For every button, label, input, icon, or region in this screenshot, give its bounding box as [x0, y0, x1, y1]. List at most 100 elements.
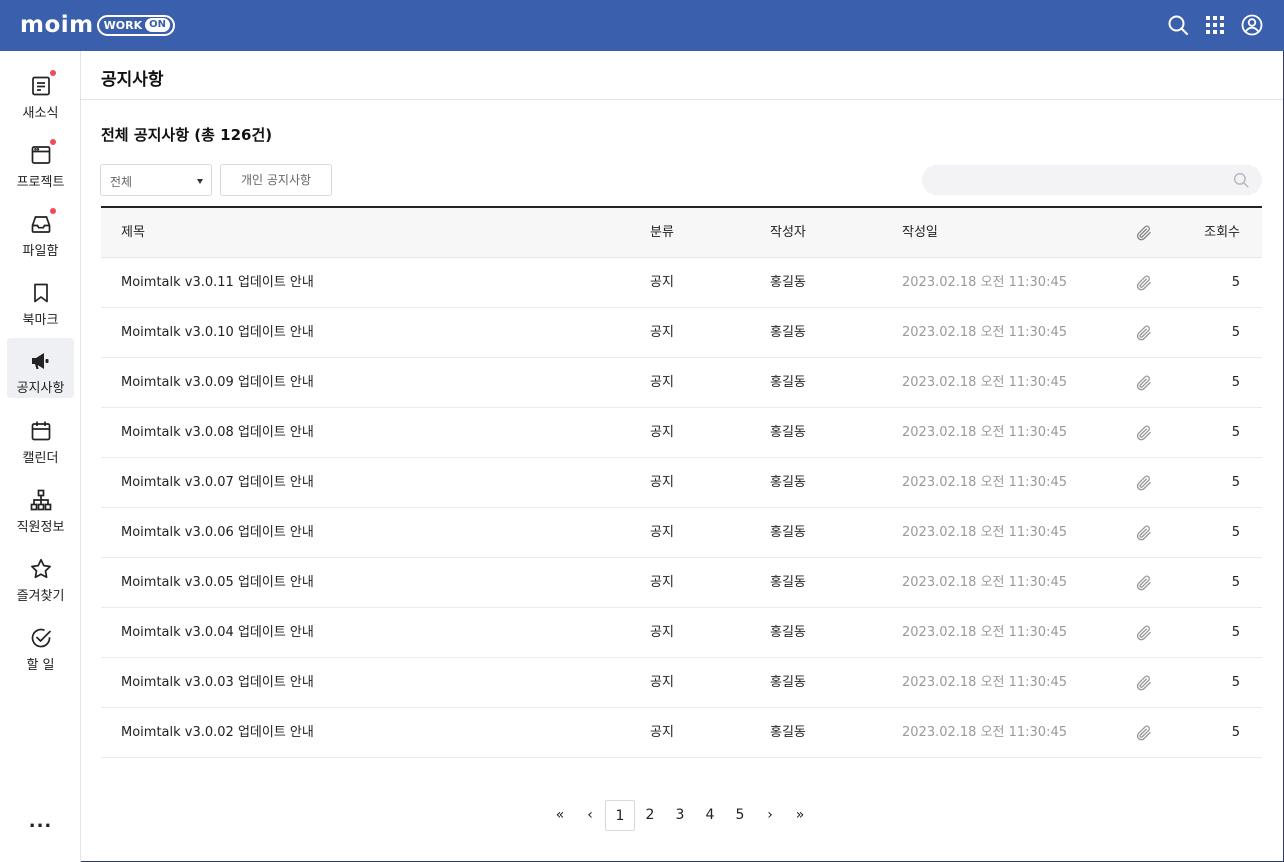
notice-author: 홍길동	[770, 725, 806, 740]
header-category[interactable]: 분류	[650, 208, 674, 258]
page-button[interactable]: 5	[725, 800, 755, 831]
table-row[interactable]: Moimtalk v3.0.04 업데이트 안내 공지 홍길동 2023.02.18 …	[101, 608, 1262, 658]
notice-views: 5	[1231, 325, 1240, 340]
news-icon	[31, 76, 50, 96]
sidebar-item-calendar[interactable]: 캘린더	[7, 412, 74, 472]
search-icon[interactable]	[1232, 171, 1250, 189]
notice-category: 공지	[650, 375, 674, 390]
star-icon	[30, 558, 51, 579]
notice-views: 5	[1231, 575, 1240, 590]
attachment-icon[interactable]	[1135, 274, 1153, 292]
notice-category: 공지	[650, 625, 674, 640]
category-select-value: 전체	[110, 175, 133, 189]
attachment-icon[interactable]	[1135, 574, 1153, 592]
logo[interactable]: moim WORK ON	[20, 11, 175, 39]
notice-views: 5	[1231, 675, 1240, 690]
sidebar-item-label: 새소식	[22, 106, 59, 121]
last-page-button[interactable]: »	[785, 800, 815, 831]
sidebar-item-project[interactable]: 프로젝트	[7, 136, 74, 196]
prev-page-button[interactable]: ‹	[575, 800, 605, 831]
notification-dot	[49, 208, 56, 214]
project-icon	[31, 146, 50, 164]
org-chart-icon	[30, 489, 51, 511]
notice-title[interactable]: Moimtalk v3.0.10 업데이트 안내	[121, 308, 314, 358]
sidebar-item-favorites[interactable]: 즐겨찾기	[7, 550, 74, 610]
notice-title[interactable]: Moimtalk v3.0.04 업데이트 안내	[121, 608, 314, 658]
section-title-text: 전체 공지사항 (총	[101, 126, 215, 144]
attachment-icon[interactable]	[1135, 324, 1153, 342]
sidebar-item-label: 직원정보	[16, 520, 65, 535]
check-circle-icon	[31, 628, 51, 648]
table-row[interactable]: Moimtalk v3.0.08 업데이트 안내 공지 홍길동 2023.02.18 …	[101, 408, 1262, 458]
notice-date: 2023.02.18 오전 11:30:45	[902, 625, 1068, 640]
logo-text: moim	[20, 12, 94, 38]
notice-views: 5	[1231, 425, 1240, 440]
notice-views: 5	[1231, 375, 1240, 390]
pagination: « ‹ 1 2 3 4 5 › »	[545, 800, 815, 831]
attachment-icon[interactable]	[1135, 674, 1153, 692]
notice-count: 126건)	[220, 126, 273, 144]
apps-grid-icon[interactable]	[1203, 13, 1227, 37]
notification-dot	[49, 70, 56, 76]
sidebar-item-notice[interactable]: 공지사항	[7, 338, 74, 398]
header-author[interactable]: 작성자	[770, 208, 806, 258]
sidebar-item-label: 캘린더	[22, 451, 59, 466]
notice-date: 2023.02.18 오전 11:30:45	[902, 525, 1068, 540]
search-icon[interactable]	[1166, 13, 1190, 37]
table-row[interactable]: Moimtalk v3.0.06 업데이트 안내 공지 홍길동 2023.02.18 …	[101, 508, 1262, 558]
notice-date: 2023.02.18 오전 11:30:45	[902, 275, 1068, 290]
notice-title[interactable]: Moimtalk v3.0.06 업데이트 안내	[121, 508, 314, 558]
sidebar-item-files[interactable]: 파일함	[7, 205, 74, 265]
notice-views: 5	[1231, 725, 1240, 740]
notice-author: 홍길동	[770, 525, 806, 540]
table-row[interactable]: Moimtalk v3.0.09 업데이트 안내 공지 홍길동 2023.02.18 …	[101, 358, 1262, 408]
notice-views: 5	[1231, 525, 1240, 540]
page-button-current[interactable]: 1	[605, 800, 635, 831]
header-views[interactable]: 조회수	[1204, 208, 1240, 258]
table-row[interactable]: Moimtalk v3.0.10 업데이트 안내 공지 홍길동 2023.02.18 …	[101, 308, 1262, 358]
notice-title[interactable]: Moimtalk v3.0.03 업데이트 안내	[121, 658, 314, 708]
notice-category: 공지	[650, 425, 674, 440]
page-header: 공지사항	[81, 51, 1283, 100]
attachment-icon[interactable]	[1135, 374, 1153, 392]
page-button[interactable]: 2	[635, 800, 665, 831]
page-title: 공지사항	[101, 70, 164, 90]
notice-author: 홍길동	[770, 275, 806, 290]
attachment-icon[interactable]	[1135, 474, 1153, 492]
notice-table: 제목 분류 작성자 작성일 조회수 Moimtalk v3.0.11 업데이트 …	[101, 206, 1262, 758]
page-button[interactable]: 4	[695, 800, 725, 831]
search-input[interactable]	[936, 165, 1226, 195]
page-button[interactable]: 3	[665, 800, 695, 831]
notice-title[interactable]: Moimtalk v3.0.09 업데이트 안내	[121, 358, 314, 408]
attachment-icon[interactable]	[1135, 424, 1153, 442]
sidebar-item-bookmark[interactable]: 북마크	[7, 274, 74, 334]
top-bar: moim WORK ON	[0, 0, 1284, 51]
sidebar-item-news[interactable]: 새소식	[7, 67, 74, 127]
user-profile-icon[interactable]	[1240, 13, 1264, 37]
table-row[interactable]: Moimtalk v3.0.11 업데이트 안내 공지 홍길동 2023.02.18 …	[101, 258, 1262, 308]
category-select[interactable]: 전체	[100, 164, 212, 196]
notice-title[interactable]: Moimtalk v3.0.11 업데이트 안내	[121, 258, 314, 308]
table-row[interactable]: Moimtalk v3.0.05 업데이트 안내 공지 홍길동 2023.02.18 …	[101, 558, 1262, 608]
personal-notice-button[interactable]: 개인 공지사항	[220, 164, 332, 196]
attachment-icon[interactable]	[1135, 624, 1153, 642]
more-menu-button[interactable]: ...	[0, 811, 81, 832]
notice-title[interactable]: Moimtalk v3.0.07 업데이트 안내	[121, 458, 314, 508]
notice-category: 공지	[650, 525, 674, 540]
sidebar-item-staff[interactable]: 직원정보	[7, 481, 74, 541]
table-row[interactable]: Moimtalk v3.0.07 업데이트 안내 공지 홍길동 2023.02.18 …	[101, 458, 1262, 508]
attachment-icon[interactable]	[1135, 724, 1153, 742]
table-row[interactable]: Moimtalk v3.0.03 업데이트 안내 공지 홍길동 2023.02.18 …	[101, 658, 1262, 708]
notice-title[interactable]: Moimtalk v3.0.08 업데이트 안내	[121, 408, 314, 458]
next-page-button[interactable]: ›	[755, 800, 785, 831]
header-date[interactable]: 작성일	[902, 208, 938, 258]
sidebar-item-todo[interactable]: 할 일	[7, 619, 74, 679]
notice-title[interactable]: Moimtalk v3.0.05 업데이트 안내	[121, 558, 314, 608]
notice-date: 2023.02.18 오전 11:30:45	[902, 675, 1068, 690]
table-row[interactable]: Moimtalk v3.0.02 업데이트 안내 공지 홍길동 2023.02.18 …	[101, 708, 1262, 758]
first-page-button[interactable]: «	[545, 800, 575, 831]
bookmark-icon	[33, 283, 48, 303]
attachment-icon[interactable]	[1135, 524, 1153, 542]
header-title[interactable]: 제목	[121, 208, 145, 258]
notice-title[interactable]: Moimtalk v3.0.02 업데이트 안내	[121, 708, 314, 758]
